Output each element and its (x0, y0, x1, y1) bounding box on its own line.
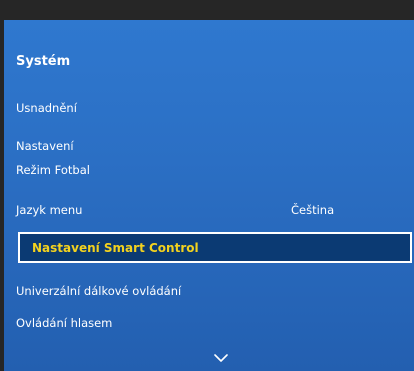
system-menu-panel: Systém Usnadnění Nastavení Režim Fotbal … (4, 20, 414, 371)
jazyk-menu-value: Čeština (291, 203, 335, 217)
menu-item-univerzalni-ovladani[interactable]: Univerzální dálkové ovládání (16, 284, 181, 298)
menu-item-smart-control[interactable]: Nastavení Smart Control (18, 232, 412, 263)
menu-title: Systém (16, 54, 71, 69)
menu-item-usnadneni[interactable]: Usnadnění (16, 101, 77, 115)
tv-screen: Systém Usnadnění Nastavení Režim Fotbal … (0, 0, 414, 371)
menu-item-ovladani-hlasem[interactable]: Ovládání hlasem (16, 316, 112, 330)
menu-item-smart-control-label: Nastavení Smart Control (32, 241, 199, 255)
menu-item-nastaveni[interactable]: Nastavení (16, 139, 74, 153)
chevron-down-icon[interactable] (214, 353, 228, 363)
menu-item-jazyk-menu[interactable]: Jazyk menu (16, 203, 82, 217)
menu-item-rezim-fotbal[interactable]: Režim Fotbal (16, 163, 90, 177)
